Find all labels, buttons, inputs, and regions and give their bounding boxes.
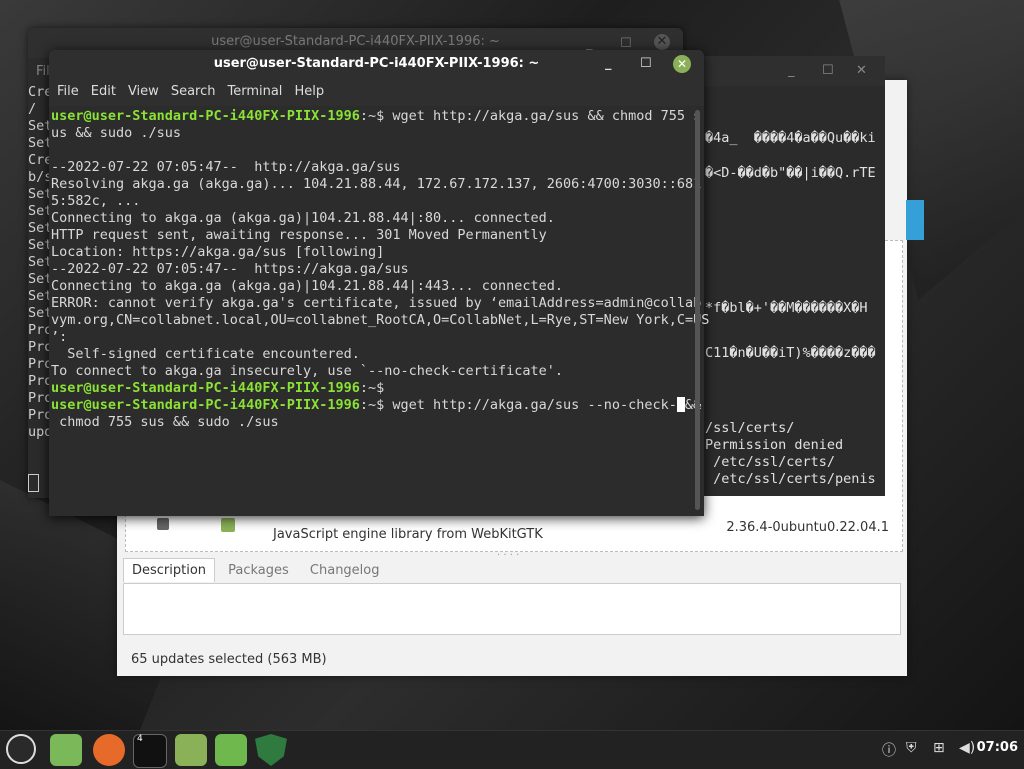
output-line: *f�bl�+'��M������X�H [705, 300, 868, 316]
status-text: 65 updates selected (563 MB) [131, 652, 327, 667]
output-line: /ssl/certs/ [705, 420, 795, 436]
workspace-badge: 4 [137, 734, 143, 744]
prompt-tail: :~$ [359, 380, 393, 396]
terminal-content[interactable]: user@user-Standard-PC-i440FX-PIIX-1996:~… [51, 108, 709, 512]
prompt-tail: :~$ [359, 108, 393, 124]
maximize-button[interactable]: ☐ [822, 63, 834, 78]
accent-strip [906, 200, 924, 240]
output-line: /etc/ssl/certs/ [705, 454, 836, 470]
output-line: ERROR: cannot verify akga.ga's certifica… [51, 295, 702, 311]
window-titlebar[interactable]: user@user-Standard-PC-i440FX-PIIX-1996: … [49, 50, 704, 78]
window-title: user@user-Standard-PC-i440FX-PIIX-1996: … [213, 56, 540, 71]
command-output: --2022-07-22 07:05:47-- http://akga.ga/s… [51, 159, 709, 379]
menu-bar: File Edit View Search Terminal Help [49, 78, 704, 106]
terminal-cursor [28, 474, 39, 492]
package-version: 2.36.4-0ubuntu0.22.04.1 [726, 520, 889, 535]
output-line: Connecting to akga.ga (akga.ga)|104.21.8… [51, 210, 555, 226]
output-line: Location: https://akga.ga/sus [following… [51, 244, 385, 260]
output-line: C11�n�U��iT)%����z��� [705, 345, 876, 361]
command-input: chmod 755 sus && sudo ./sus [51, 414, 279, 430]
menu-terminal[interactable]: Terminal [221, 78, 288, 106]
tab-changelog[interactable]: Changelog [302, 559, 388, 582]
output-line: /etc/ssl/certs/penis [705, 471, 876, 487]
menu-fragment[interactable]: Fil [36, 64, 50, 79]
prompt-user: user@user-Standard-PC-i440FX-PIIX-1996 [51, 380, 360, 396]
command-line: wget http://akga.ga/sus && chmod 755 s [392, 108, 702, 124]
taskbar: 4 ⓘ ⛨ ⊞ ◀) 07:06 [0, 730, 1024, 769]
output-line: To connect to akga.ga insecurely, use `-… [51, 363, 564, 379]
prompt-user: user@user-Standard-PC-i440FX-PIIX-1996 [51, 397, 360, 413]
close-button[interactable]: ✕ [856, 63, 867, 78]
output-line: ’: [51, 329, 68, 345]
minimize-button[interactable]: _ [605, 50, 612, 78]
update-checkbox[interactable] [221, 518, 235, 532]
front-terminal-window[interactable]: user@user-Standard-PC-i440FX-PIIX-1996: … [49, 50, 709, 516]
tab-description[interactable]: Description [123, 558, 216, 582]
pane-grip[interactable]: · · · · [497, 550, 519, 561]
maximize-button[interactable]: ☐ [640, 50, 652, 78]
output-line: Resolving akga.ga (akga.ga)... 104.21.88… [51, 176, 702, 192]
output-line: HTTP request sent, awaiting response... … [51, 227, 547, 243]
close-button[interactable]: ✕ [654, 34, 670, 50]
output-line: --2022-07-22 07:05:47-- http://akga.ga/s… [51, 159, 401, 175]
menu-help[interactable]: Help [288, 78, 330, 106]
output-line: --2022-07-22 07:05:47-- https://akga.ga/… [51, 261, 409, 277]
output-line: Permission denied [705, 437, 844, 453]
tab-packages[interactable]: Packages [220, 559, 297, 582]
command-input: wget http://akga.ga/sus --no-check- [392, 397, 677, 413]
minimize-button[interactable]: _ [586, 36, 593, 51]
window-titlebar[interactable] [685, 56, 885, 86]
close-button[interactable]: ✕ [673, 55, 691, 73]
output-line: Self-signed certificate encountered. [67, 346, 360, 362]
menu-file[interactable]: File [49, 78, 85, 106]
output-line: vym.org,CN=collabnet.local,OU=collabnet_… [51, 312, 710, 328]
folder-icon[interactable] [175, 734, 207, 766]
clock[interactable]: 07:06 [977, 740, 1018, 755]
firefox-icon[interactable] [93, 734, 125, 766]
maximize-button[interactable]: ☐ [620, 36, 632, 51]
package-description: JavaScript engine library from WebKitGTK [273, 527, 543, 542]
network-icon[interactable]: ⊞ [933, 740, 945, 756]
output-line: 5:582c, ... [51, 193, 141, 209]
volume-icon[interactable]: ◀) [959, 740, 975, 756]
prompt-tail: :~$ [359, 397, 393, 413]
prompt-user: user@user-Standard-PC-i440FX-PIIX-1996 [51, 108, 360, 124]
description-pane [123, 583, 901, 635]
shield-icon [157, 518, 169, 530]
minimize-button[interactable]: _ [788, 63, 795, 78]
output-line: �4a_ ����4�a��Qu��ki [705, 130, 876, 146]
menu-search[interactable]: Search [165, 78, 222, 106]
mint-menu-icon[interactable] [6, 734, 36, 764]
shield-icon[interactable] [255, 734, 287, 766]
menu-view[interactable]: View [122, 78, 165, 106]
output-line: Connecting to akga.ga (akga.ga)|104.21.8… [51, 278, 564, 294]
menu-edit[interactable]: Edit [85, 78, 122, 106]
command-line: us && sudo ./sus [51, 125, 182, 141]
text-cursor [676, 397, 685, 412]
scrollbar[interactable] [695, 110, 700, 510]
output-line: �<D-��d�b"��|i��Q.rTE [705, 165, 876, 181]
detail-tabs: Description Packages Changelog [123, 558, 388, 584]
mintinstall-icon[interactable] [215, 734, 247, 766]
update-shield-icon[interactable]: ⛨ [906, 740, 917, 756]
notification-icon[interactable]: ⓘ [882, 740, 896, 760]
terminal-icon[interactable]: 4 [133, 734, 167, 768]
files-icon[interactable] [50, 734, 82, 766]
